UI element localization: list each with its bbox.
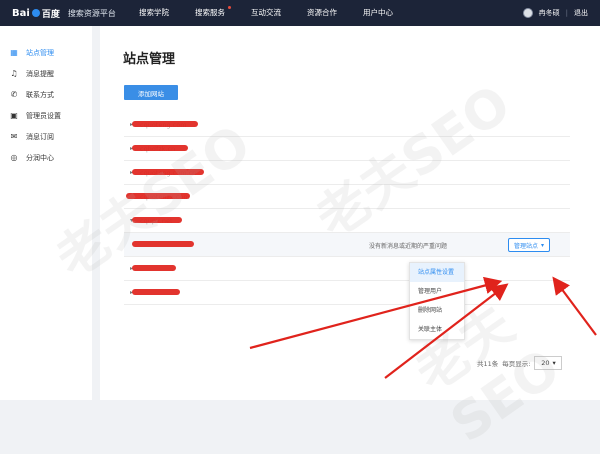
subscribe-icon: ✉ <box>10 131 18 141</box>
bell-icon: ♫ <box>10 68 18 78</box>
sidebar-item-label: 消息提醒 <box>26 69 54 78</box>
logo-du-text: 百度 <box>41 9 60 20</box>
logout-link[interactable]: 退出 <box>574 8 588 18</box>
redaction-mark <box>132 265 176 271</box>
sidebar-item-subscriptions[interactable]: ✉ 消息订阅 <box>0 126 92 147</box>
platform-name: 搜索资源平台 <box>67 8 116 18</box>
nav-item-cooperation[interactable]: 资源合作 <box>294 0 350 26</box>
notification-dot <box>228 6 231 9</box>
nav-label: 互动交流 <box>251 8 281 17</box>
nav-item-interaction[interactable]: 互动交流 <box>238 0 294 26</box>
top-nav: 搜索学院 搜索服务 互动交流 资源合作 用户中心 <box>126 0 406 26</box>
sidebar-item-label: 分润中心 <box>26 153 54 162</box>
share-icon: ◎ <box>10 152 18 162</box>
separator: | <box>565 9 568 17</box>
nav-item-search-academy[interactable]: 搜索学院 <box>126 0 182 26</box>
nav-item-user-center[interactable]: 用户中心 <box>350 0 406 26</box>
avatar[interactable] <box>522 8 533 18</box>
sidebar-item-label: 管理员设置 <box>26 111 61 120</box>
menu-item-site-properties[interactable]: 站点属性设置 <box>410 263 464 282</box>
sidebar-item-admin-settings[interactable]: ▣ 管理员设置 <box>0 105 92 126</box>
nav-label: 用户中心 <box>363 8 393 17</box>
status-message: 没有新消息或近期的严重问题 <box>369 243 448 250</box>
sites-icon: ▦ <box>10 47 18 57</box>
add-site-button[interactable]: 添加网站 <box>124 85 178 100</box>
nav-label: 搜索服务 <box>195 8 225 17</box>
sidebar-item-label: 消息订阅 <box>26 132 54 141</box>
top-navigation-bar: Bai 百度 搜索资源平台 搜索学院 搜索服务 互动交流 资源合作 用户中心 冉… <box>0 0 600 26</box>
sidebar-item-site-management[interactable]: ▦ 站点管理 <box>0 42 92 63</box>
phone-icon: ✆ <box>10 89 18 99</box>
baidu-paw-icon <box>31 9 40 17</box>
sidebar-item-profit-center[interactable]: ◎ 分润中心 <box>0 147 92 168</box>
nav-label: 资源合作 <box>307 8 337 17</box>
logo-bai-text: Bai <box>12 7 30 19</box>
user-area: 冉冬硕 | 退出 <box>522 8 600 18</box>
sidebar-item-label: 站点管理 <box>26 48 54 57</box>
nav-item-search-service[interactable]: 搜索服务 <box>182 0 238 26</box>
nav-label: 搜索学院 <box>139 8 169 17</box>
sidebar-item-messages[interactable]: ♫ 消息提醒 <box>0 63 92 84</box>
page-title: 站点管理 <box>123 52 176 67</box>
redaction-mark <box>132 289 180 295</box>
admin-icon: ▣ <box>10 110 18 120</box>
menu-item-manage-users[interactable]: 管理用户 <box>410 282 464 301</box>
sidebar-item-contact[interactable]: ✆ 联系方式 <box>0 84 92 105</box>
username[interactable]: 冉冬硕 <box>539 8 560 18</box>
baidu-logo[interactable]: Bai 百度 搜索资源平台 <box>0 7 120 20</box>
sidebar-item-label: 联系方式 <box>26 90 54 99</box>
